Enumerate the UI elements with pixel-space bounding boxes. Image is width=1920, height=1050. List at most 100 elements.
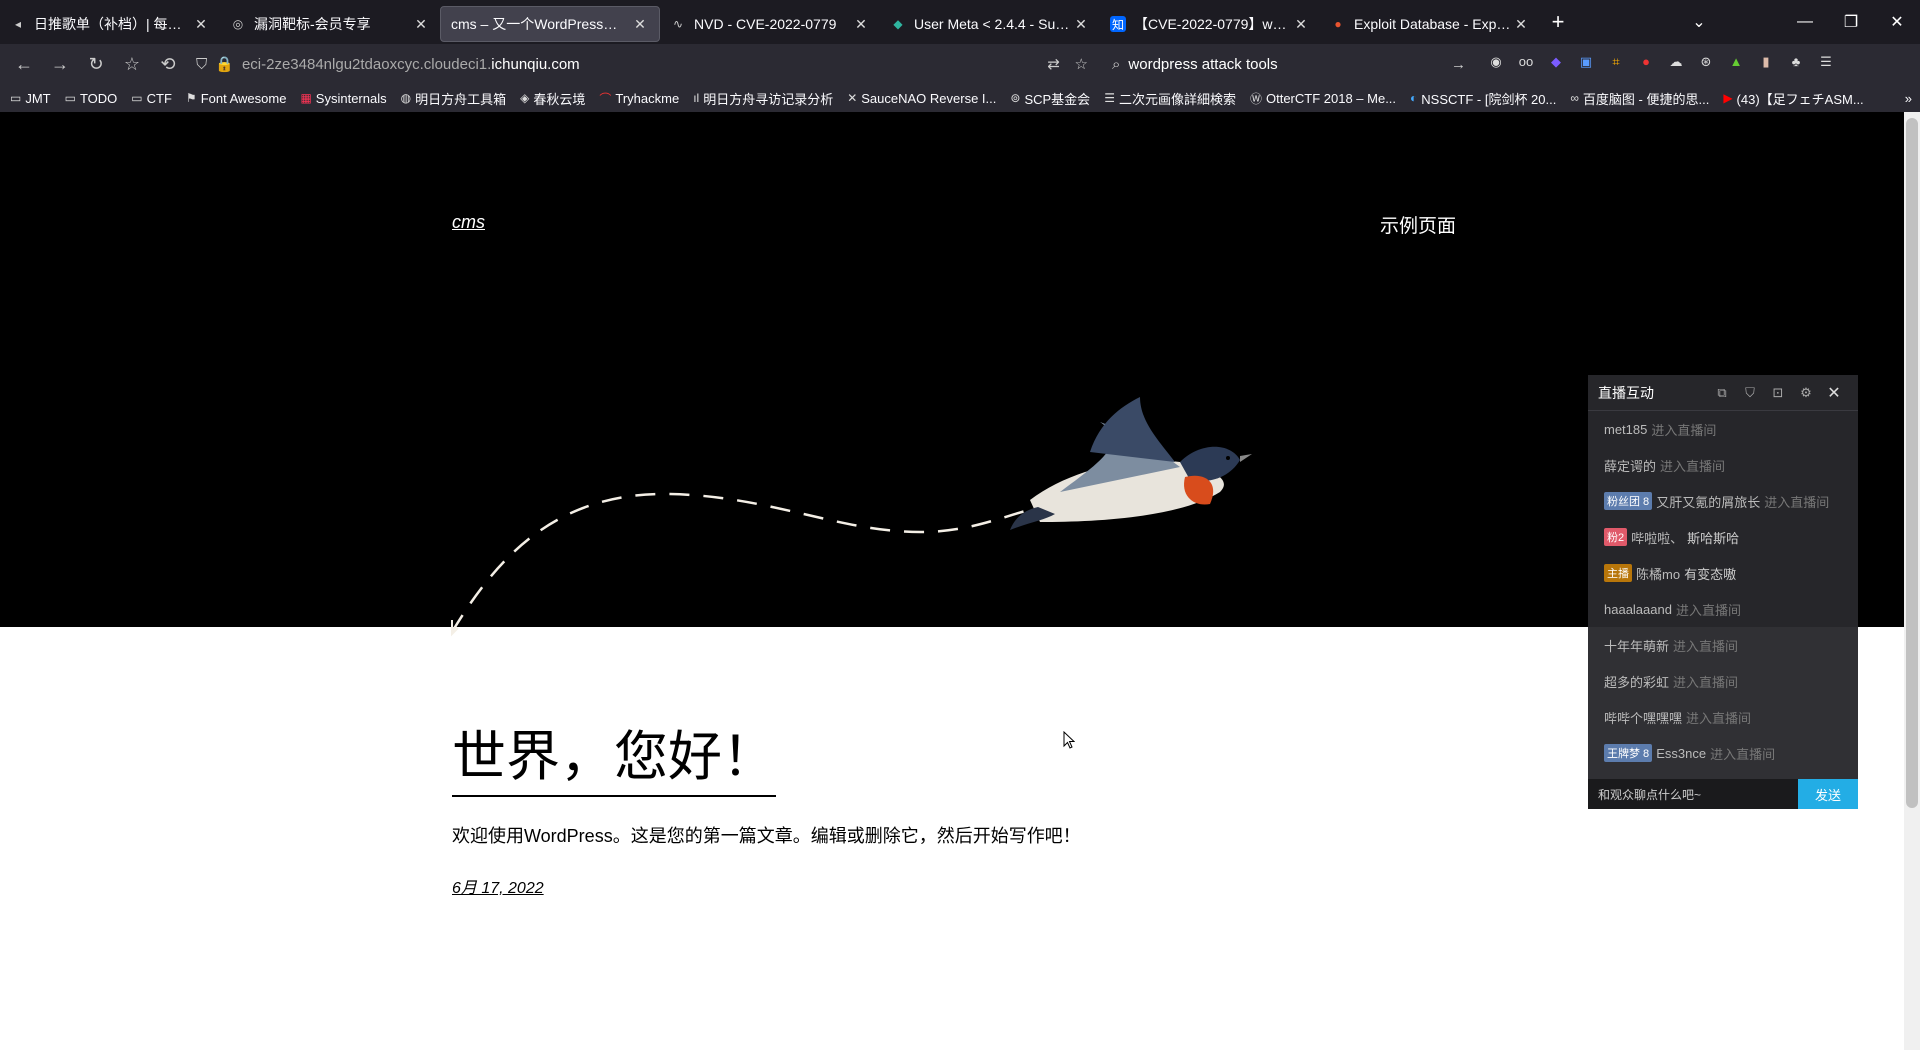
new-tab-button[interactable]: + [1540, 9, 1576, 35]
reload-icon[interactable]: ↻ [78, 54, 114, 75]
tab-1[interactable]: ◎ 漏洞靶标-会员专享 ✕ [220, 6, 440, 42]
chat-input[interactable]: 和观众聊点什么吧~ [1588, 779, 1798, 809]
font-awesome-icon: ⚑ [185, 91, 197, 105]
menu-icon[interactable]: ☰ [1816, 54, 1836, 74]
live-chat-header: 直播互动 ⧉ ⛉ ⊡ ⚙ ✕ [1588, 375, 1858, 411]
chat-message: 主播 陈橘mo 有变态嗷 [1588, 555, 1858, 591]
bookmark-item[interactable]: ▭ JMT [10, 91, 51, 106]
shield-icon[interactable]: ⛉ [1736, 385, 1764, 401]
go-arrow-icon[interactable]: → [1451, 56, 1466, 73]
bookmark-item[interactable]: ☰ 二次元画像詳細検索 [1104, 89, 1236, 108]
tab-2[interactable]: cms – 又一个WordPress站点 ✕ [440, 6, 660, 42]
star-icon[interactable]: ☆ [1075, 55, 1088, 73]
youtube-icon: ▶ [1723, 91, 1733, 105]
post-date[interactable]: 6月 17, 2022 [452, 874, 544, 898]
post-body: 欢迎使用WordPress。这是您的第一篇文章。编辑或删除它，然后开始写作吧！ [452, 826, 1081, 846]
bookmark-item[interactable]: ⚑ Font Awesome [186, 91, 287, 106]
close-icon[interactable]: ✕ [1512, 16, 1530, 33]
restore-button[interactable]: ❐ [1828, 12, 1874, 32]
bookmark-item[interactable]: ◐ NSSCTF - [院剑杯 20... [1410, 89, 1556, 108]
more-bookmarks-icon[interactable]: » [1905, 91, 1912, 106]
tab-5[interactable]: 知【CVE-2022-0779】wordpres✕ [1100, 6, 1320, 42]
bookmark-item[interactable]: ⊚ SCP基金会 [1010, 89, 1090, 108]
tab-0[interactable]: ◂日推歌单（补档）| 每个人都需✕ [0, 6, 220, 42]
forward-icon[interactable]: → [42, 54, 78, 75]
chat-message: haaalaaand 进入直播间 [1604, 601, 1741, 618]
bookmark-item[interactable]: ▭ CTF [131, 91, 172, 106]
extension-icon[interactable]: ⌗ [1606, 54, 1626, 74]
bookmark-star-icon[interactable]: ☆ [114, 54, 150, 75]
url-bar[interactable]: ⛉ 🔒 eci-2ze3484nlgu2tdaoxcyc.cloudeci1. i… [196, 50, 1096, 78]
popout-icon[interactable]: ⧉ [1708, 385, 1736, 401]
close-icon[interactable]: ✕ [1072, 16, 1090, 33]
tab-list-icon[interactable]: ⌄ [1676, 12, 1722, 32]
fan-badge: 王牌梦 8 [1604, 744, 1653, 762]
chat-message: 王牌梦 8 Ess3nce 进入直播间 [1588, 735, 1858, 771]
site-icon: ✕ [847, 91, 858, 105]
gear-icon[interactable]: ⚙ [1792, 385, 1820, 401]
extension-icon[interactable]: ◉ [1486, 54, 1506, 74]
extension-icon[interactable]: oo [1516, 54, 1536, 74]
extension-icon[interactable]: ▮ [1756, 54, 1776, 74]
bookmark-item[interactable]: ◈ 春秋云境 [520, 89, 585, 108]
close-icon[interactable]: ✕ [1292, 16, 1310, 33]
bookmark-item[interactable]: ◍ 明日方舟工具箱 [401, 89, 507, 108]
bird-icon [1010, 397, 1252, 530]
bookmark-item[interactable]: ∞ 百度脑图 - 便捷的思... [1570, 89, 1709, 108]
extension-icon[interactable]: ▣ [1576, 54, 1596, 74]
history-icon[interactable]: ⟲ [150, 54, 186, 75]
send-button[interactable]: 发送 [1798, 779, 1858, 809]
site-icon: ◐ [1410, 91, 1418, 105]
folder-icon: ▭ [10, 91, 22, 105]
nav-sample-page[interactable]: 示例页面 [1380, 211, 1456, 238]
scrollbar-thumb[interactable] [1906, 118, 1918, 808]
folder-icon: ▭ [64, 91, 76, 105]
target-icon: ◎ [232, 17, 244, 31]
bookmark-item[interactable]: ıl 明日方舟寻访记录分析 [693, 89, 833, 108]
tab-3[interactable]: ∿ NVD - CVE-2022-0779 ✕ [660, 6, 880, 42]
fan-badge: 粉丝团 8 [1604, 492, 1653, 510]
back-icon[interactable]: ← [6, 54, 42, 75]
close-window-button[interactable]: ✕ [1874, 12, 1920, 32]
bookmark-item[interactable]: ⌒ Tryhackme [599, 90, 679, 107]
close-icon[interactable]: ✕ [412, 16, 430, 33]
live-chat-panel: 直播互动 ⧉ ⛉ ⊡ ⚙ ✕ met185 进入直播间 薛定谔的 进入直播间 粉丝团… [1588, 375, 1858, 809]
close-icon[interactable]: ✕ [192, 16, 210, 33]
close-icon[interactable]: ✕ [1820, 383, 1848, 403]
extension-icon[interactable]: ● [1636, 54, 1656, 74]
minimize-button[interactable]: — [1782, 13, 1828, 31]
extension-icon[interactable]: ☁ [1666, 54, 1686, 74]
extension-icon[interactable]: ⊛ [1696, 54, 1716, 74]
close-icon[interactable]: ✕ [852, 16, 870, 33]
extension-icon[interactable]: ◆ [1546, 54, 1566, 74]
mouse-cursor-icon [1063, 731, 1075, 749]
bookmark-item[interactable]: ✕ SauceNAO Reverse I... [847, 91, 996, 106]
shield-icon: ⛉ [196, 55, 208, 73]
tab-6[interactable]: ●Exploit Database - Exploits fo✕ [1320, 6, 1540, 42]
extension-icon[interactable]: ♣ [1786, 54, 1806, 74]
close-icon[interactable]: ✕ [631, 16, 649, 33]
bird-illustration [450, 397, 1252, 637]
site-title[interactable]: cms [452, 212, 485, 233]
bookmark-item[interactable]: ▶ (43)【足フェチASM... [1723, 89, 1863, 108]
bookmark-item[interactable]: Ⓦ OtterCTF 2018 – Me... [1250, 90, 1396, 107]
chart-icon: ıl [693, 91, 700, 105]
chat-message: met185 进入直播间 [1604, 421, 1717, 438]
bookmark-item[interactable]: ▭ TODO [65, 91, 118, 106]
host-badge: 主播 [1604, 564, 1632, 582]
fan-badge: 粉2 [1604, 528, 1628, 546]
bookmark-item[interactable]: ▦ Sysinternals [300, 91, 386, 106]
post-title[interactable]: 世界，您好！ [452, 712, 776, 797]
site-icon: ◈ [520, 91, 530, 105]
chat-message: 十年年萌新 进入直播间 [1604, 638, 1739, 654]
translate-icon[interactable]: ⇄ [1047, 55, 1060, 73]
nav-bar: ← → ↻ ☆ ⟲ ⛉ 🔒 eci-2ze3484nlgu2tdaoxcyc.c… [0, 44, 1920, 84]
extension-icon[interactable]: ▲ [1726, 54, 1746, 74]
zhihu-icon: 知 [1110, 16, 1126, 32]
exploitdb-icon: ● [1334, 17, 1342, 31]
chat-message: 粉2 哔啦啦、 斯哈斯哈 [1588, 519, 1858, 555]
lock-icon[interactable]: ⊡ [1764, 385, 1792, 401]
search-field[interactable]: ⌕ wordpress attack tools → [1112, 50, 1472, 78]
chat-message: 超多的彩虹 进入直播间 [1604, 674, 1739, 690]
tab-4[interactable]: ◆User Meta < 2.4.4 - Subscribe✕ [880, 6, 1100, 42]
